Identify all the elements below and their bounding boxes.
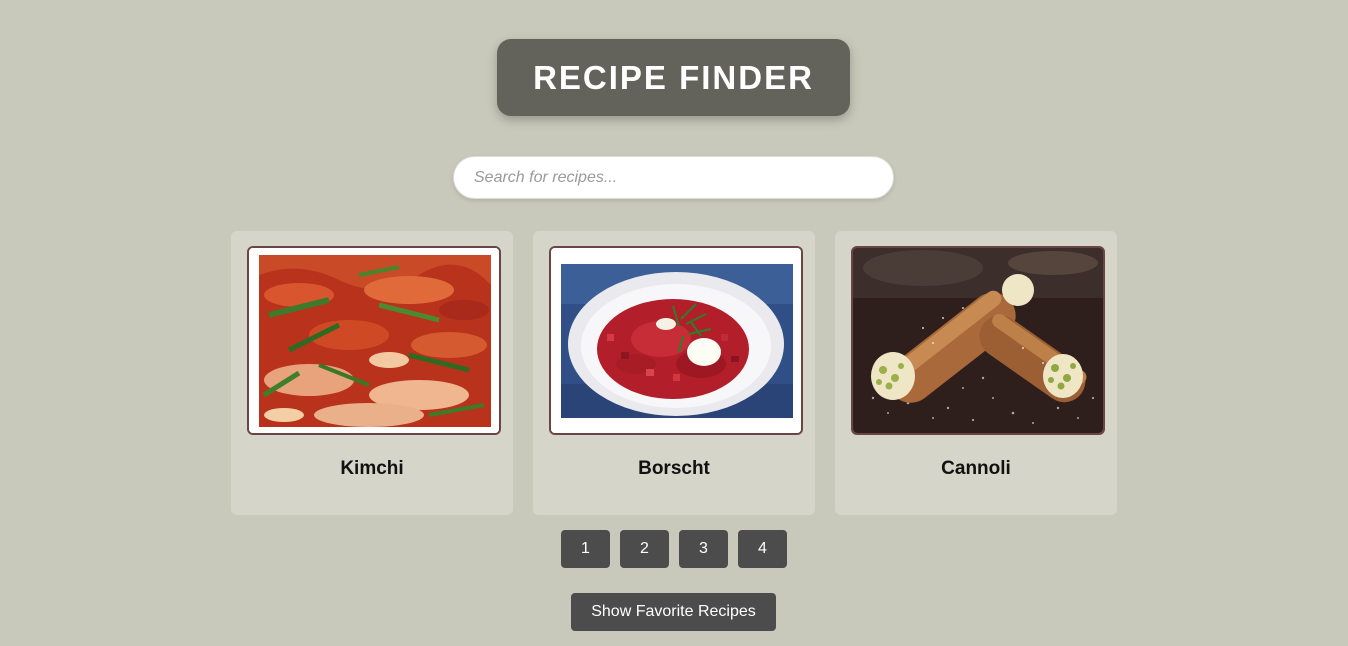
recipe-image[interactable]	[851, 246, 1105, 435]
pagination: 1 2 3 4	[561, 530, 787, 568]
recipe-title: Kimchi	[340, 458, 404, 479]
show-favorites-button[interactable]: Show Favorite Recipes	[571, 593, 776, 631]
page-button-4[interactable]: 4	[738, 530, 787, 568]
recipe-title: Cannoli	[941, 458, 1011, 479]
header-banner: RECIPE FINDER	[497, 39, 850, 116]
search-input[interactable]	[453, 156, 894, 199]
page-button-2[interactable]: 2	[620, 530, 669, 568]
page-button-1[interactable]: 1	[561, 530, 610, 568]
page-title: RECIPE FINDER	[533, 58, 814, 96]
recipe-card[interactable]: Cannoli	[835, 231, 1117, 515]
recipe-title: Borscht	[638, 458, 710, 479]
page-button-3[interactable]: 3	[679, 530, 728, 568]
recipe-card[interactable]: Borscht	[533, 231, 815, 515]
recipe-image[interactable]	[549, 246, 803, 435]
recipe-finder-page: RECIPE FINDER Search for recipes... Kimc…	[0, 0, 1348, 646]
recipe-image[interactable]	[247, 246, 501, 435]
recipe-card[interactable]: Kimchi	[231, 231, 513, 515]
